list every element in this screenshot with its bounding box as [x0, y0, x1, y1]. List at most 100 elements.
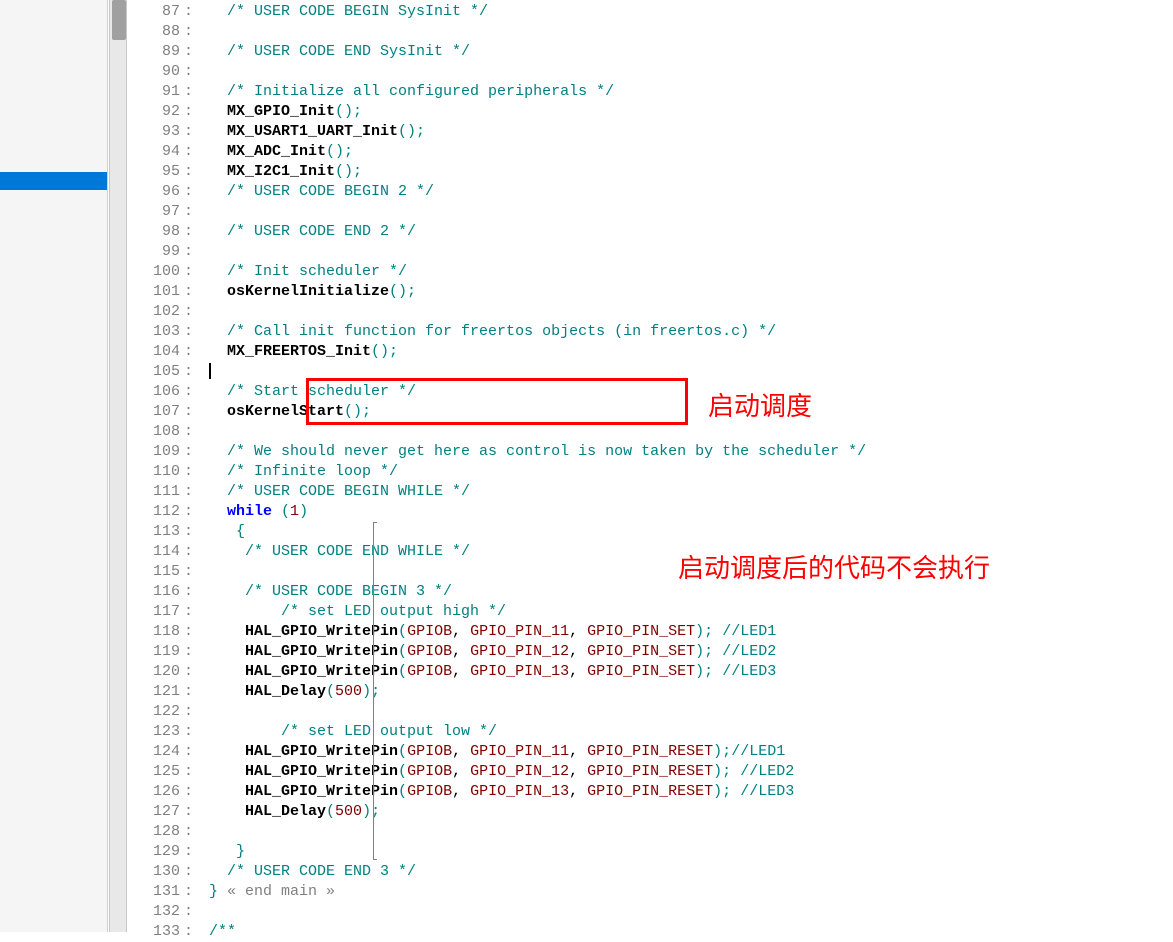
code-line[interactable]: 104: MX_FREERTOS_Init();: [128, 342, 1173, 362]
code-line[interactable]: 127: HAL_Delay(500);: [128, 802, 1173, 822]
code-line[interactable]: 103: /* Call init function for freertos …: [128, 322, 1173, 342]
code-text[interactable]: /* Infinite loop */: [194, 462, 398, 482]
code-line[interactable]: 89: /* USER CODE END SysInit */: [128, 42, 1173, 62]
code-text[interactable]: HAL_GPIO_WritePin(GPIOB, GPIO_PIN_11, GP…: [194, 622, 776, 642]
code-text[interactable]: MX_I2C1_Init();: [194, 162, 362, 182]
code-line[interactable]: 118: HAL_GPIO_WritePin(GPIOB, GPIO_PIN_1…: [128, 622, 1173, 642]
code-line[interactable]: 133: /**: [128, 922, 1173, 942]
code-text[interactable]: /* Initialize all configured peripherals…: [194, 82, 614, 102]
code-line[interactable]: 115:: [128, 562, 1173, 582]
code-text[interactable]: /* set LED output low */: [194, 722, 497, 742]
code-text[interactable]: /* USER CODE END WHILE */: [194, 542, 470, 562]
code-line[interactable]: 116: /* USER CODE BEGIN 3 */: [128, 582, 1173, 602]
code-line[interactable]: 123: /* set LED output low */: [128, 722, 1173, 742]
code-line[interactable]: 132:: [128, 902, 1173, 922]
code-line[interactable]: 125: HAL_GPIO_WritePin(GPIOB, GPIO_PIN_1…: [128, 762, 1173, 782]
code-line[interactable]: 117: /* set LED output high */: [128, 602, 1173, 622]
code-line[interactable]: 121: HAL_Delay(500);: [128, 682, 1173, 702]
code-text[interactable]: /* USER CODE END 3 */: [194, 862, 416, 882]
gutter-separator: :: [184, 442, 194, 462]
code-line[interactable]: 120: HAL_GPIO_WritePin(GPIOB, GPIO_PIN_1…: [128, 662, 1173, 682]
code-text[interactable]: while (1): [194, 502, 308, 522]
code-line[interactable]: 128:: [128, 822, 1173, 842]
code-text[interactable]: osKernelInitialize();: [194, 282, 416, 302]
gutter-separator: :: [184, 702, 194, 722]
code-text[interactable]: MX_ADC_Init();: [194, 142, 353, 162]
code-line[interactable]: 113: {: [128, 522, 1173, 542]
code-text[interactable]: MX_FREERTOS_Init();: [194, 342, 398, 362]
code-line[interactable]: 97:: [128, 202, 1173, 222]
code-line[interactable]: 124: HAL_GPIO_WritePin(GPIOB, GPIO_PIN_1…: [128, 742, 1173, 762]
code-text[interactable]: /* USER CODE BEGIN 2 */: [194, 182, 434, 202]
code-container[interactable]: 87: /* USER CODE BEGIN SysInit */88:89: …: [128, 2, 1173, 942]
code-text[interactable]: MX_USART1_UART_Init();: [194, 122, 425, 142]
code-text[interactable]: [194, 902, 200, 922]
code-text[interactable]: }: [194, 842, 245, 862]
code-text[interactable]: /* USER CODE BEGIN SysInit */: [194, 2, 488, 22]
code-text[interactable]: /* We should never get here as control i…: [194, 442, 866, 462]
code-line[interactable]: 90:: [128, 62, 1173, 82]
code-text[interactable]: /* set LED output high */: [194, 602, 506, 622]
outline-scrollbar-thumb[interactable]: [112, 0, 126, 40]
code-text[interactable]: [194, 562, 200, 582]
code-text[interactable]: [194, 362, 211, 382]
code-text[interactable]: /**: [194, 922, 236, 942]
code-text[interactable]: [194, 242, 200, 262]
code-line[interactable]: 131: } « end main »: [128, 882, 1173, 902]
outline-scrollbar[interactable]: [109, 0, 127, 932]
code-line[interactable]: 109: /* We should never get here as cont…: [128, 442, 1173, 462]
code-text[interactable]: /* USER CODE BEGIN 3 */: [194, 582, 452, 602]
code-line[interactable]: 88:: [128, 22, 1173, 42]
code-line[interactable]: 112: while (1): [128, 502, 1173, 522]
code-text[interactable]: /* USER CODE BEGIN WHILE */: [194, 482, 470, 502]
code-line[interactable]: 110: /* Infinite loop */: [128, 462, 1173, 482]
code-text[interactable]: {: [194, 522, 245, 542]
code-text[interactable]: [194, 62, 200, 82]
code-text[interactable]: HAL_GPIO_WritePin(GPIOB, GPIO_PIN_11, GP…: [194, 742, 785, 762]
code-text[interactable]: /* USER CODE END 2 */: [194, 222, 416, 242]
code-text[interactable]: HAL_GPIO_WritePin(GPIOB, GPIO_PIN_12, GP…: [194, 762, 794, 782]
code-line[interactable]: 100: /* Init scheduler */: [128, 262, 1173, 282]
code-line[interactable]: 111: /* USER CODE BEGIN WHILE */: [128, 482, 1173, 502]
code-line[interactable]: 92: MX_GPIO_Init();: [128, 102, 1173, 122]
code-text[interactable]: HAL_GPIO_WritePin(GPIOB, GPIO_PIN_13, GP…: [194, 782, 794, 802]
gutter-separator: :: [184, 262, 194, 282]
code-text[interactable]: [194, 202, 200, 222]
code-text[interactable]: /* USER CODE END SysInit */: [194, 42, 470, 62]
code-line[interactable]: 94: MX_ADC_Init();: [128, 142, 1173, 162]
code-text[interactable]: MX_GPIO_Init();: [194, 102, 362, 122]
code-text[interactable]: [194, 822, 200, 842]
line-number: 113: [128, 522, 184, 542]
code-line[interactable]: 101: osKernelInitialize();: [128, 282, 1173, 302]
code-text[interactable]: [194, 702, 200, 722]
code-text[interactable]: HAL_GPIO_WritePin(GPIOB, GPIO_PIN_13, GP…: [194, 662, 776, 682]
code-line[interactable]: 129: }: [128, 842, 1173, 862]
outline-selection[interactable]: [0, 172, 107, 190]
code-line[interactable]: 130: /* USER CODE END 3 */: [128, 862, 1173, 882]
line-number: 91: [128, 82, 184, 102]
code-line[interactable]: 93: MX_USART1_UART_Init();: [128, 122, 1173, 142]
code-text[interactable]: /* Init scheduler */: [194, 262, 407, 282]
code-line[interactable]: 114: /* USER CODE END WHILE */: [128, 542, 1173, 562]
code-line[interactable]: 95: MX_I2C1_Init();: [128, 162, 1173, 182]
code-line[interactable]: 102:: [128, 302, 1173, 322]
code-line[interactable]: 87: /* USER CODE BEGIN SysInit */: [128, 2, 1173, 22]
code-text[interactable]: [194, 22, 200, 42]
code-line[interactable]: 108:: [128, 422, 1173, 442]
code-text[interactable]: [194, 302, 200, 322]
code-text[interactable]: HAL_Delay(500);: [194, 682, 380, 702]
code-line[interactable]: 98: /* USER CODE END 2 */: [128, 222, 1173, 242]
code-line[interactable]: 96: /* USER CODE BEGIN 2 */: [128, 182, 1173, 202]
code-line[interactable]: 99:: [128, 242, 1173, 262]
code-line[interactable]: 122:: [128, 702, 1173, 722]
code-text[interactable]: /* Call init function for freertos objec…: [194, 322, 776, 342]
code-text[interactable]: HAL_Delay(500);: [194, 802, 380, 822]
line-number: 130: [128, 862, 184, 882]
code-text[interactable]: HAL_GPIO_WritePin(GPIOB, GPIO_PIN_12, GP…: [194, 642, 776, 662]
code-editor[interactable]: 87: /* USER CODE BEGIN SysInit */88:89: …: [128, 0, 1173, 932]
code-line[interactable]: 91: /* Initialize all configured periphe…: [128, 82, 1173, 102]
code-line[interactable]: 126: HAL_GPIO_WritePin(GPIOB, GPIO_PIN_1…: [128, 782, 1173, 802]
code-text[interactable]: } « end main »: [194, 882, 335, 902]
code-text[interactable]: [194, 422, 200, 442]
code-line[interactable]: 119: HAL_GPIO_WritePin(GPIOB, GPIO_PIN_1…: [128, 642, 1173, 662]
